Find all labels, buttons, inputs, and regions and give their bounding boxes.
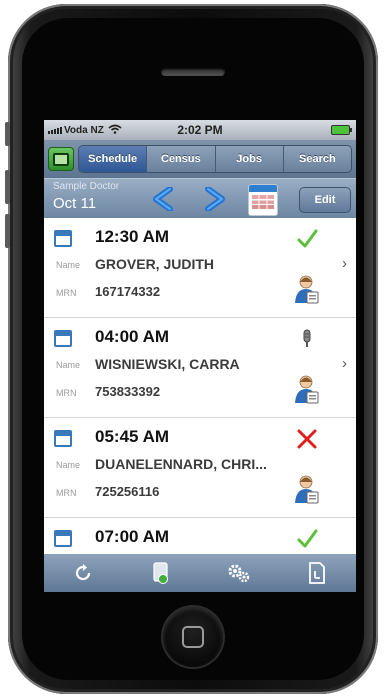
refresh-button[interactable] [44,554,122,592]
document-button[interactable] [278,554,356,592]
patient-icon[interactable] [294,274,320,304]
appointment-time: 07:00 AM [95,527,170,546]
name-label: Name [56,460,81,470]
chevron-right-icon[interactable]: › [342,355,347,372]
mrn-label: MRN [56,388,77,398]
gear-icon [228,564,250,583]
current-date: Oct 11 [53,195,97,212]
mrn-label: MRN [56,288,77,298]
patient-record-icon [153,562,168,584]
calendar-icon [54,430,72,447]
app-logo-icon[interactable] [48,147,74,171]
calendar-icon [54,230,72,247]
doctor-name: Sample Doctor [53,181,120,192]
patient-name: DUANELENNARD, CHRI... [95,456,267,472]
appointment-list[interactable]: 12:30 AM Name GROVER, JUDITH MRN 1671743… [44,218,356,554]
calendar-icon [54,530,72,547]
name-label: Name [56,360,81,370]
home-button[interactable] [163,607,223,667]
calendar-icon[interactable] [248,184,278,216]
tab-census[interactable]: Census [147,146,216,172]
status-bar: Voda NZ 2:02 PM [44,120,356,140]
app-screen: Voda NZ 2:02 PM Schedule Census Jobs Sea… [44,120,356,592]
earpiece-speaker [161,68,225,76]
patient-mrn: 725256116 [95,484,160,499]
appointment-time: 12:30 AM [95,227,170,246]
tab-jobs[interactable]: Jobs [215,146,284,172]
chevron-right-icon[interactable]: › [342,255,347,272]
appointment-time: 05:45 AM [95,427,170,446]
next-day-icon[interactable] [202,187,228,211]
appointment-row[interactable]: 12:30 AM Name GROVER, JUDITH MRN 1671743… [44,218,356,318]
home-button-icon [182,626,204,648]
appointment-row[interactable]: 07:00 AM [44,518,356,554]
previous-day-icon[interactable] [150,187,176,211]
cross-icon [297,429,317,449]
volume-down-button [5,214,10,248]
refresh-icon [75,564,91,581]
status-time: 2:02 PM [177,123,223,137]
document-icon [309,562,325,584]
patient-mrn: 167174332 [95,284,161,299]
nav-segmented-control: Schedule Census Jobs Search [78,145,352,173]
tab-schedule[interactable]: Schedule [79,146,148,172]
settings-button[interactable] [200,554,278,592]
date-bar: Sample Doctor Oct 11 Edit [44,178,356,218]
calendar-icon [54,330,72,347]
volume-up-button [5,170,10,204]
check-icon [297,529,318,548]
battery-icon [331,125,352,135]
bottom-toolbar [44,554,356,592]
patient-name: WISNIEWSKI, CARRA [95,356,240,372]
patient-record-button[interactable] [122,554,200,592]
tab-search[interactable]: Search [283,146,351,172]
patient-mrn: 753833392 [95,384,161,399]
patient-name: GROVER, JUDITH [95,256,215,272]
mrn-label: MRN [56,488,77,498]
mute-switch [5,122,10,146]
edit-button[interactable]: Edit [299,187,351,213]
appointment-row[interactable]: 05:45 AM Name DUANELENNARD, CHRI... MRN … [44,418,356,518]
microphone-icon [303,329,311,347]
check-icon [297,229,318,248]
appointment-row[interactable]: 04:00 AM Name WISNIEWSKI, CARRA MRN 7538… [44,318,356,418]
name-label: Name [56,260,81,270]
patient-icon[interactable] [294,374,320,404]
appointment-time: 04:00 AM [95,327,170,346]
patient-icon[interactable] [294,474,320,504]
nav-bar: Schedule Census Jobs Search [44,140,356,178]
